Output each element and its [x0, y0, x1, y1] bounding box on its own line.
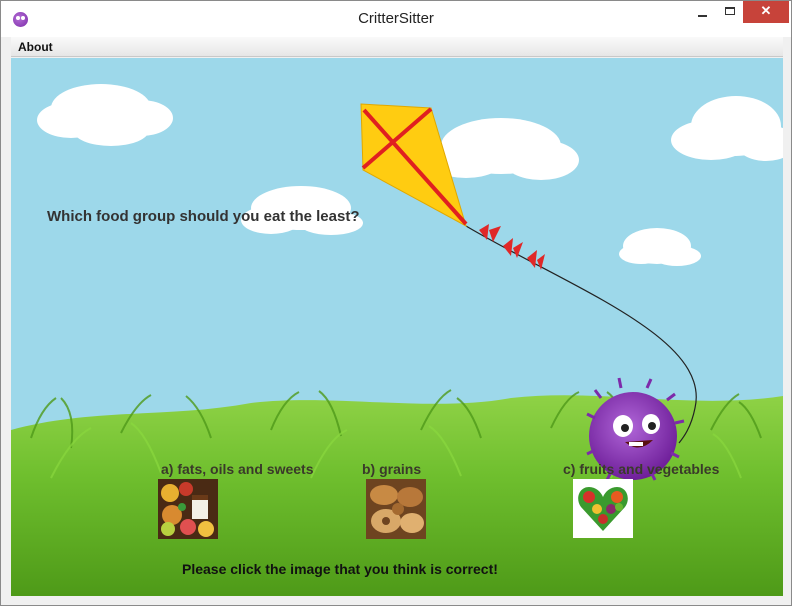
kite-tail-bows [479, 224, 545, 270]
grains-image[interactable] [366, 479, 426, 539]
cloud [37, 84, 173, 146]
cloud [619, 228, 701, 266]
option-a-label: a) fats, oils and sweets [161, 461, 314, 477]
menu-bar: About [11, 37, 783, 57]
cloud [671, 96, 783, 161]
minimize-icon [698, 15, 707, 17]
title-bar[interactable]: CritterSitter ✕ [1, 1, 791, 37]
option-c-label: c) fruits and vegetables [563, 461, 720, 477]
maximize-button[interactable] [716, 1, 743, 23]
close-button[interactable]: ✕ [743, 1, 789, 23]
window-title: CritterSitter [358, 10, 434, 27]
fruits-vegetables-image[interactable] [573, 479, 633, 538]
quiz-question: Which food group should you eat the leas… [47, 208, 360, 225]
menu-item-about[interactable]: About [18, 40, 53, 54]
option-b-label: b) grains [362, 461, 422, 477]
app-window: CritterSitter ✕ About Which food group s… [0, 0, 792, 606]
fats-oils-sweets-image[interactable] [158, 479, 218, 539]
game-scene: Which food group should you eat the leas… [11, 58, 783, 596]
maximize-icon [724, 7, 735, 15]
minimize-button[interactable] [689, 1, 716, 23]
instruction-text: Please click the image that you think is… [182, 561, 498, 577]
